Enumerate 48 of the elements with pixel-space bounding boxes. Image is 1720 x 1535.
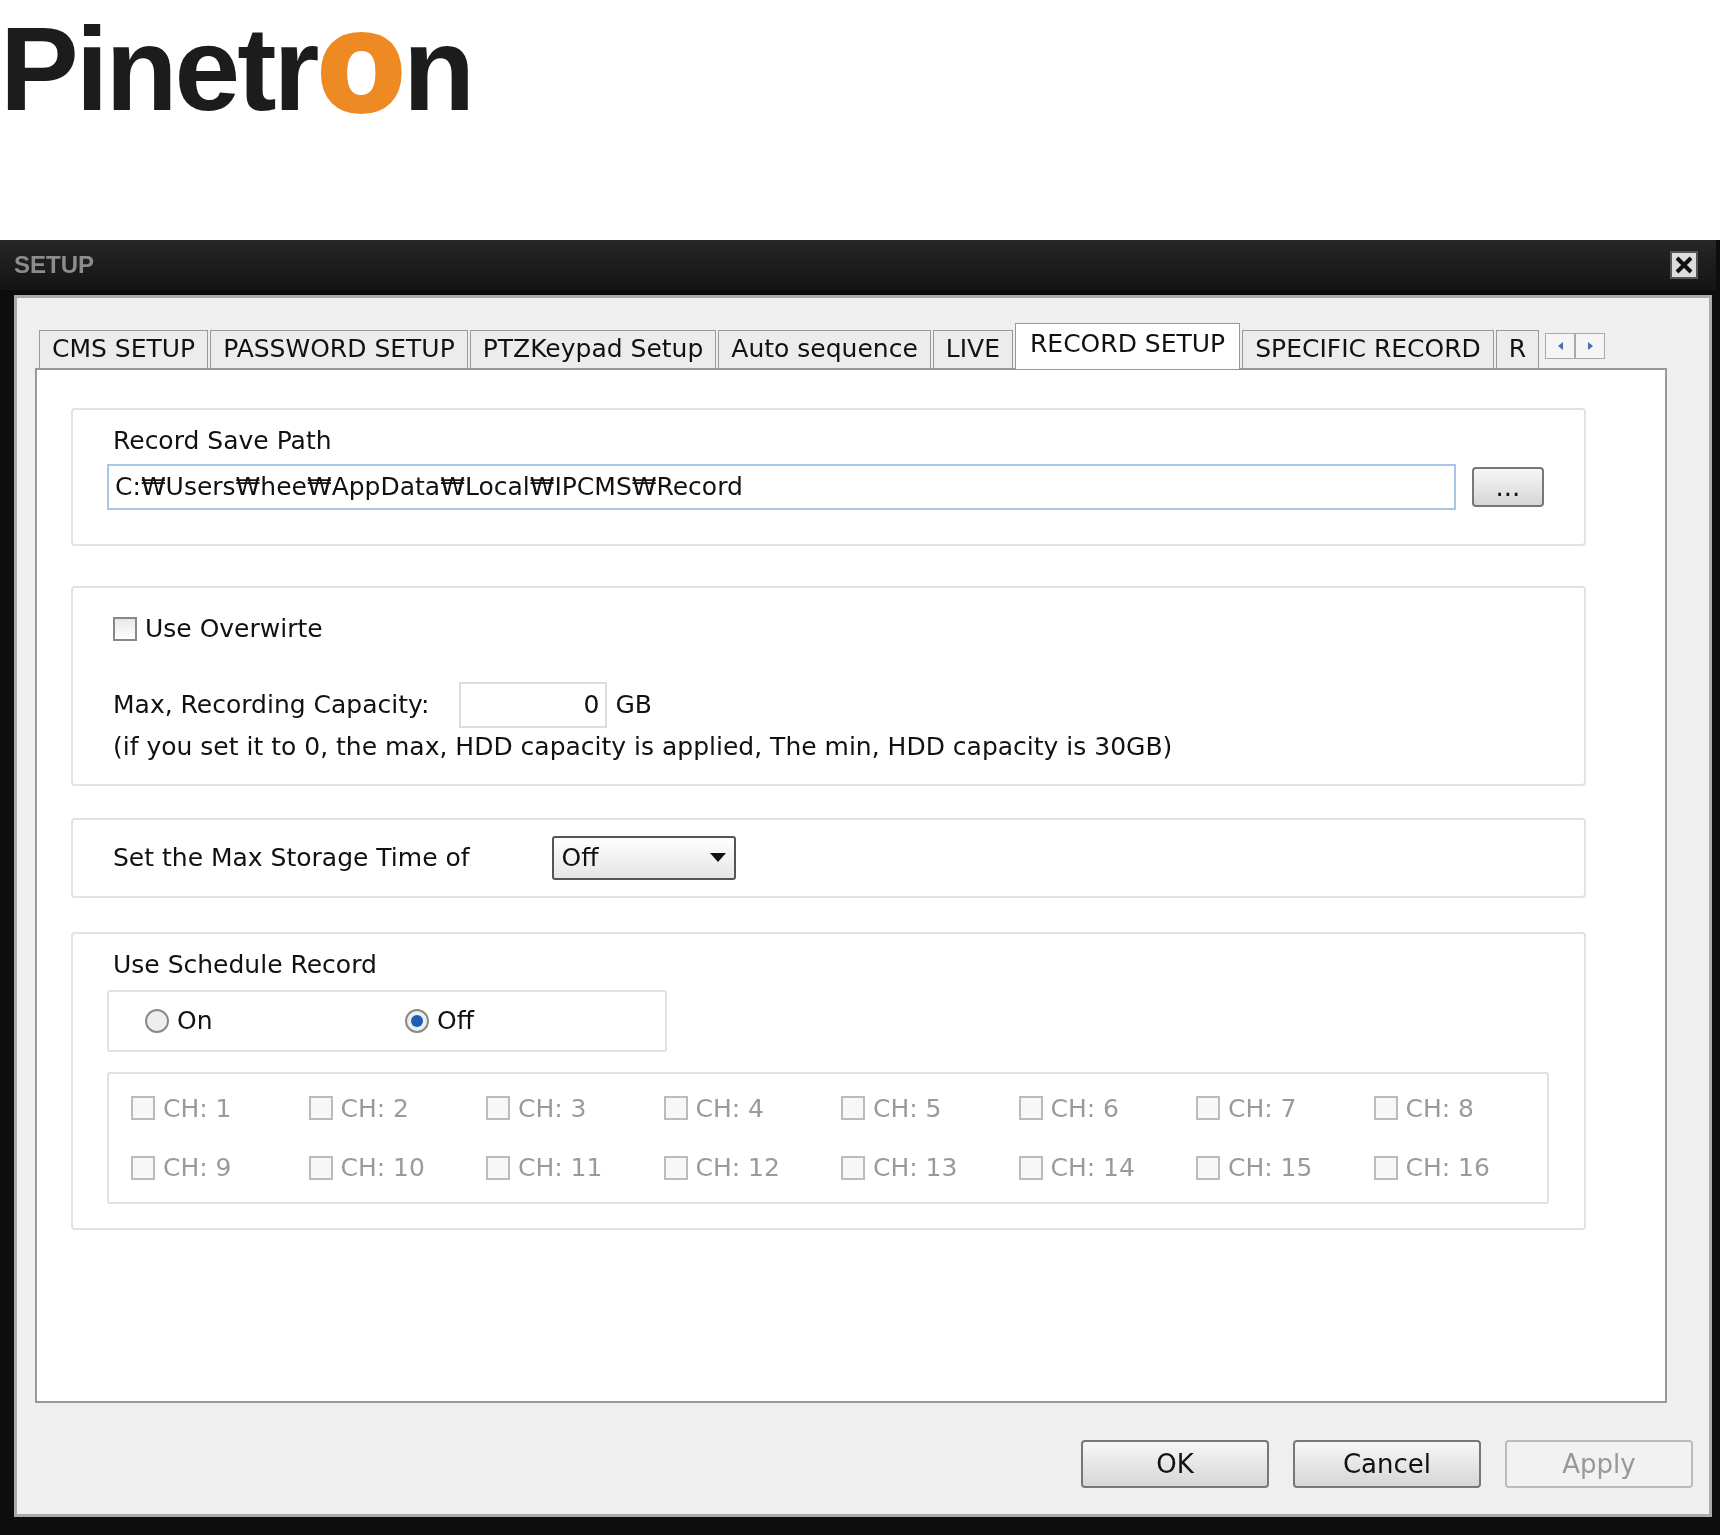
checkbox-label: CH: 3: [518, 1092, 587, 1125]
checkbox-label: CH: 1: [163, 1092, 232, 1125]
field-label: Set the Max Storage Time of: [113, 842, 470, 875]
checkbox-label: CH: 14: [1050, 1152, 1135, 1184]
checkbox-label: CH: 5: [873, 1092, 942, 1125]
tab[interactable]: SPECIFIC RECORD: [1242, 330, 1494, 368]
checkbox-label: CH: 7: [1228, 1092, 1297, 1125]
radio-label: Off: [437, 1004, 474, 1037]
checkbox-label: CH: 15: [1228, 1152, 1313, 1184]
field-label: Record Save Path: [113, 425, 333, 457]
tab[interactable]: LIVE: [932, 330, 1013, 368]
window-title: SETUP: [14, 250, 94, 280]
brand-logo: Pinetron: [0, 0, 473, 132]
checkbox-label: CH: 16: [1405, 1152, 1490, 1184]
browse-button[interactable]: ...: [1472, 466, 1544, 507]
unit-label: GB: [615, 688, 652, 721]
ok-button[interactable]: OK: [1081, 1440, 1269, 1488]
tab[interactable]: Auto sequence: [718, 330, 931, 368]
checkbox[interactable]: [113, 616, 137, 641]
checkbox-label: CH: 12: [695, 1152, 780, 1184]
capacity-field[interactable]: 0: [459, 681, 608, 728]
field-label: Max, Recording Capacity:: [113, 688, 430, 721]
checkbox-label: Use Overwirte: [145, 613, 323, 645]
radio-button[interactable]: [405, 1008, 429, 1033]
checkbox-label: CH: 8: [1405, 1092, 1475, 1125]
tab[interactable]: PTZKeypad Setup: [469, 330, 717, 368]
tab[interactable]: RECORD SETUP: [1015, 323, 1241, 369]
arrow-right-icon[interactable]: [1575, 332, 1606, 359]
checkbox-label: CH: 11: [518, 1152, 603, 1184]
checkbox-label: CH: 10: [340, 1152, 425, 1184]
radio-label: On: [177, 1004, 213, 1037]
radio-button[interactable]: [145, 1008, 169, 1033]
close-icon[interactable]: [1670, 251, 1698, 279]
tab[interactable]: PASSWORD SETUP: [210, 330, 468, 368]
path-field[interactable]: C:₩Users₩hee₩AppData₩Local₩IPCMS₩Record: [107, 463, 1456, 510]
cancel-button[interactable]: Cancel: [1293, 1440, 1481, 1488]
checkbox-label: CH: 9: [163, 1152, 232, 1184]
note-text: (if you set it to 0, the max, HDD capacity is applied, The min, HDD capacity is 30GB): [113, 730, 1174, 763]
caret-icon: [709, 853, 726, 863]
section-label: Use Schedule Record: [113, 949, 378, 981]
tab[interactable]: CMS SETUP: [39, 330, 209, 368]
checkbox-label: CH: 13: [873, 1152, 958, 1184]
checkbox-label: CH: 4: [695, 1092, 765, 1125]
tab[interactable]: R: [1495, 330, 1540, 368]
arrow-left-icon[interactable]: [1545, 332, 1576, 359]
checkbox-label: CH: 2: [340, 1092, 410, 1125]
checkbox-label: CH: 6: [1050, 1092, 1120, 1125]
storage-time-dropdown[interactable]: Off: [551, 836, 736, 880]
